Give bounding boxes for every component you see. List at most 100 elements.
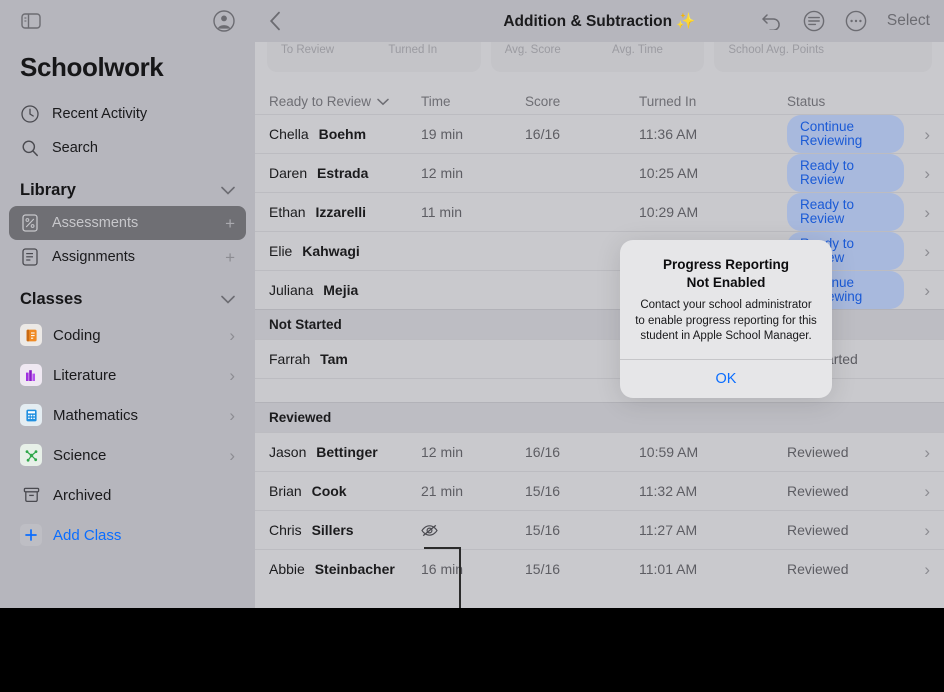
- chevron-right-icon: ›: [229, 325, 235, 345]
- chevron-down-icon[interactable]: [221, 291, 235, 309]
- table-row[interactable]: Chris Sillers 15/16 11:27 AM Reviewed ›: [255, 510, 944, 549]
- cell-turned-in: 11:27 AM: [639, 522, 698, 538]
- cell-status: Continue Reviewing: [787, 115, 904, 153]
- status-badge[interactable]: Ready to Review: [787, 154, 904, 192]
- student-name: Jason Bettinger: [269, 444, 421, 460]
- plus-icon: [20, 524, 42, 546]
- column-header-label: Ready to Review: [269, 93, 372, 109]
- table-row[interactable]: Brian Cook 21 min 15/16 11:32 AM Reviewed ›: [255, 471, 944, 510]
- sidebar-item-literature[interactable]: Literature ›: [9, 355, 246, 395]
- sidebar-item-science[interactable]: Science ›: [9, 435, 246, 475]
- student-first-name: Elie: [269, 243, 297, 259]
- status-badge[interactable]: Continue Reviewing: [787, 115, 904, 153]
- cell-score: 15/16: [525, 483, 561, 499]
- app-window: Schoolwork Recent Activity Search Librar…: [0, 0, 944, 608]
- eye-slash-icon[interactable]: [421, 524, 525, 537]
- table-row[interactable]: Elie Kahwagi10:39 AMReady to Review›: [255, 231, 944, 270]
- sort-filter-circle-icon[interactable]: [803, 10, 825, 32]
- student-first-name: Juliana: [269, 282, 318, 298]
- status-text: Reviewed: [787, 444, 849, 460]
- sidebar-toggle-icon[interactable]: [18, 8, 44, 34]
- dialog-ok-button[interactable]: OK: [620, 360, 832, 398]
- table-body: Chella Boehm 19 min 16/16 11:36 AM Continue …: [255, 114, 944, 588]
- sidebar-item-archived[interactable]: Archived: [9, 475, 246, 515]
- student-name: Elie Kahwagi: [269, 243, 421, 259]
- cell-time: 16 min: [421, 561, 464, 577]
- sidebar-section-label: Library: [20, 181, 76, 199]
- chevron-down-icon[interactable]: [221, 182, 235, 200]
- student-first-name: Brian: [269, 483, 306, 499]
- row-disclosure-chevron[interactable]: ›: [904, 444, 930, 461]
- table-row[interactable]: Daren Estrada 12 min 10:25 AM Ready to Revi…: [255, 153, 944, 192]
- status-text: Reviewed: [787, 483, 849, 499]
- sidebar-item-label: Search: [52, 140, 98, 156]
- dialog-body: Progress Reporting Not Enabled Contact y…: [620, 240, 832, 359]
- undo-arrow-icon[interactable]: [761, 12, 783, 30]
- status-badge[interactable]: Ready to Review: [787, 193, 904, 231]
- student-name: Brian Cook: [269, 483, 421, 499]
- student-last-name: Cook: [311, 483, 347, 499]
- row-disclosure-chevron[interactable]: ›: [904, 243, 930, 260]
- chevron-left-icon[interactable]: [269, 11, 295, 31]
- sidebar-item-assignments[interactable]: Assignments +: [9, 240, 246, 274]
- table-row[interactable]: Jason Bettinger 12 min 16/16 10:59 AM Review…: [255, 432, 944, 471]
- chevron-right-icon: ›: [229, 365, 235, 385]
- molecule-icon: [20, 444, 42, 466]
- table-row[interactable]: Farrah TamNot Started: [255, 339, 944, 378]
- sidebar-item-search[interactable]: Search: [9, 131, 246, 165]
- more-ellipsis-circle-icon[interactable]: [845, 10, 867, 32]
- column-header-score[interactable]: Score: [525, 94, 639, 109]
- row-disclosure-chevron[interactable]: ›: [904, 165, 930, 182]
- cell-score: 16/16: [525, 444, 561, 460]
- column-header-time[interactable]: Time: [421, 94, 525, 109]
- table-row[interactable]: Juliana Mejia10:57 AMContinue Reviewing›: [255, 270, 944, 309]
- student-first-name: Abbie: [269, 561, 309, 577]
- dialog-title-line2: Not Enabled: [686, 274, 766, 290]
- student-last-name: Kahwagi: [302, 243, 360, 259]
- column-header-name[interactable]: Ready to Review: [269, 94, 421, 109]
- student-last-name: Mejia: [323, 282, 359, 298]
- chevron-right-icon: ›: [229, 445, 235, 465]
- calculator-icon: [20, 404, 42, 426]
- table-row[interactable]: Ethan Izzarelli 11 min 10:29 AM Ready to Re…: [255, 192, 944, 231]
- sidebar-item-mathematics[interactable]: Mathematics ›: [9, 395, 246, 435]
- cell-turned-in: 11:36 AM: [639, 126, 698, 142]
- sidebar-item-recent-activity[interactable]: Recent Activity: [9, 97, 246, 131]
- student-first-name: Chella: [269, 126, 313, 142]
- account-circle-icon[interactable]: [211, 8, 237, 34]
- cell-status: Reviewed: [787, 561, 904, 577]
- row-disclosure-chevron[interactable]: ›: [904, 282, 930, 299]
- sidebar-item-label: Mathematics: [53, 406, 139, 424]
- row-disclosure-chevron[interactable]: ›: [904, 204, 930, 221]
- add-assessment-icon[interactable]: +: [225, 215, 235, 232]
- sidebar-item-coding[interactable]: Coding ›: [9, 315, 246, 355]
- row-disclosure-chevron[interactable]: ›: [904, 561, 930, 578]
- table-section-header: Reviewed: [255, 402, 944, 432]
- chevron-down-icon[interactable]: [377, 94, 389, 109]
- select-button[interactable]: Select: [887, 12, 930, 30]
- student-last-name: Steinbacher: [314, 561, 395, 577]
- progress-reporting-dialog: Progress Reporting Not Enabled Contact y…: [620, 240, 832, 398]
- sidebar-section-library[interactable]: Library: [0, 165, 255, 206]
- student-last-name: Bettinger: [316, 444, 378, 460]
- column-header-status[interactable]: Status: [787, 94, 904, 109]
- row-disclosure-chevron[interactable]: ›: [904, 522, 930, 539]
- navigation-bar: Addition & Subtraction ✨ Select: [255, 0, 944, 42]
- cell-time: 12 min: [421, 444, 464, 460]
- sidebar-item-label: Assessments: [52, 215, 139, 231]
- table-row[interactable]: Abbie Steinbacher 16 min 15/16 11:01 AM Revi…: [255, 549, 944, 588]
- cell-turned-in: 11:32 AM: [639, 483, 698, 499]
- sidebar-item-add-class[interactable]: Add Class: [9, 515, 246, 555]
- add-assignment-icon[interactable]: +: [225, 249, 235, 266]
- sidebar: Schoolwork Recent Activity Search Librar…: [0, 0, 255, 608]
- sidebar-section-classes[interactable]: Classes: [0, 274, 255, 315]
- table-row[interactable]: Chella Boehm 19 min 16/16 11:36 AM Continue …: [255, 114, 944, 153]
- column-header-turned-in[interactable]: Turned In: [639, 94, 787, 109]
- status-text: Reviewed: [787, 561, 849, 577]
- dialog-title-line1: Progress Reporting: [662, 257, 790, 272]
- row-disclosure-chevron[interactable]: ›: [904, 126, 930, 143]
- sidebar-item-assessments[interactable]: Assessments +: [9, 206, 246, 240]
- dialog-message: Contact your school administrator to ena…: [635, 299, 817, 343]
- cell-time: 21 min: [421, 483, 464, 499]
- row-disclosure-chevron[interactable]: ›: [904, 483, 930, 500]
